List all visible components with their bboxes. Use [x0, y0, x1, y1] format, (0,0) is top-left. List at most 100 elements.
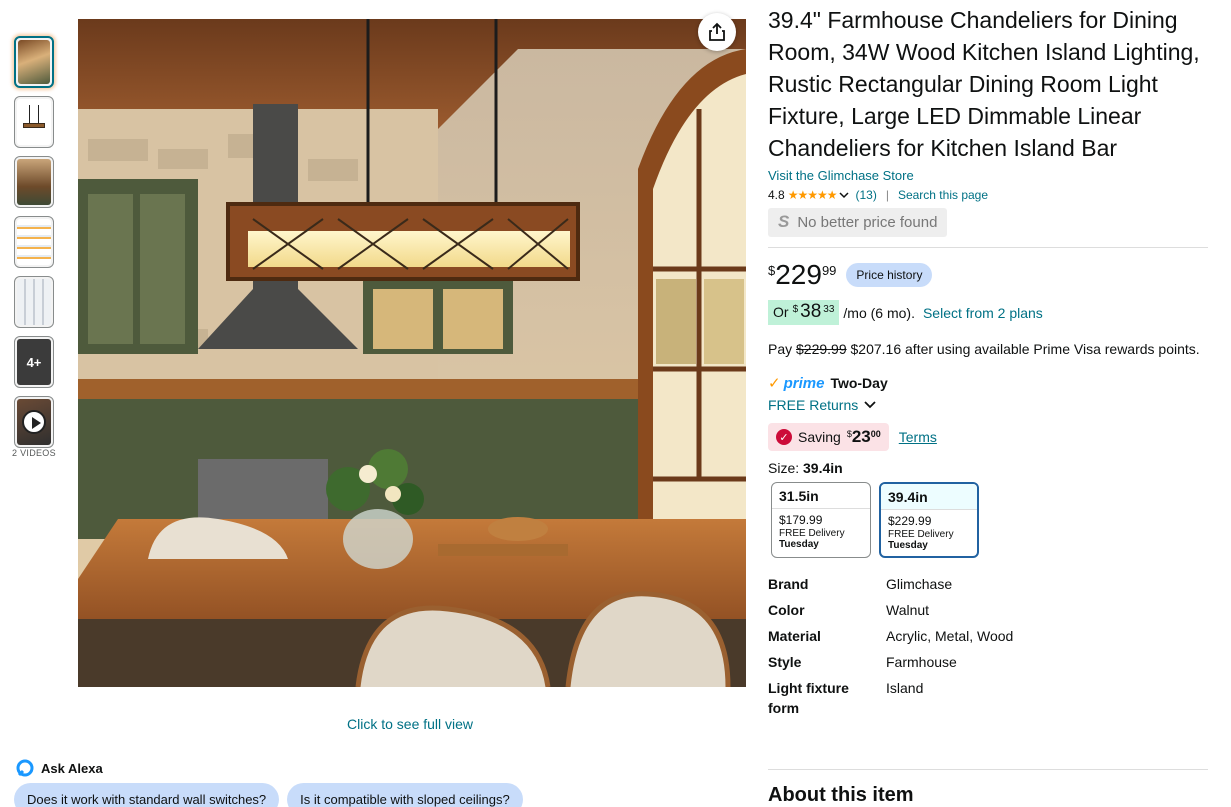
spec-key: Light fixture form [768, 680, 849, 716]
monthly-fraction: 33 [823, 304, 835, 315]
size-option-delivery: FREE Delivery [779, 528, 845, 539]
prime-check-icon: ✓ [768, 375, 781, 392]
spec-row: Material Acrylic, Metal, Wood [768, 626, 1208, 646]
saving-amount: $ 23 00 [847, 428, 881, 446]
monthly-suffix: /mo (6 mo). [843, 304, 915, 321]
full-view-link[interactable]: Click to see full view [347, 716, 473, 732]
size-options: 31.5in $179.99 FREE Delivery Tuesday 39.… [771, 482, 1208, 558]
thumbnail-image-2[interactable] [14, 96, 54, 148]
size-option-label: 31.5in [772, 483, 870, 509]
chevron-down-icon[interactable] [839, 191, 850, 199]
main-product-image[interactable] [78, 19, 746, 687]
share-icon [709, 22, 725, 41]
alexa-question-chip[interactable]: Is it compatible with sloped ceilings? [287, 783, 523, 807]
rating-row: 4.8 ★★★★★ (13) | Search this page [768, 188, 1208, 202]
pay-rest: $207.16 after using available Prime Visa… [850, 341, 1200, 357]
no-better-price-text: No better price found [797, 213, 938, 231]
spec-value: Farmhouse [886, 654, 957, 670]
price-whole: 229 [775, 259, 822, 290]
spec-value: Island [886, 680, 924, 696]
s-logo-icon: S [778, 212, 790, 231]
free-returns-label: FREE Returns [768, 397, 859, 413]
size-option-delivery: FREE Delivery [888, 529, 954, 540]
saving-whole: 23 [851, 427, 871, 446]
spec-row: Brand Glimchase [768, 574, 1208, 594]
size-option-price: $179.99 [779, 513, 823, 527]
spec-row: Light fixture form Island [768, 678, 1208, 718]
separator: | [885, 188, 889, 202]
size-option-day: Tuesday [779, 539, 819, 550]
thumbnail-image-1[interactable] [14, 36, 54, 88]
more-count: 4+ [26, 354, 42, 370]
saving-row: ✓ Saving $ 23 00 Terms [768, 423, 1208, 451]
size-label: Size: [768, 460, 800, 476]
checkmark-icon: ✓ [776, 429, 792, 445]
strike-price: $229.99 [796, 341, 847, 357]
about-heading: About this item [768, 784, 914, 806]
spec-key: Brand [768, 576, 809, 592]
saving-badge: ✓ Saving $ 23 00 [768, 423, 889, 451]
play-icon [22, 410, 46, 434]
ask-alexa-label: Ask Alexa [41, 760, 103, 776]
alexa-icon [16, 759, 34, 777]
thumbnail-strip: 4+ [14, 36, 54, 456]
spec-value: Acrylic, Metal, Wood [886, 628, 1014, 644]
thumbnail-more[interactable]: 4+ [14, 336, 54, 388]
monthly-prefix: Or [773, 304, 789, 320]
thumbnail-image-4[interactable] [14, 216, 54, 268]
alexa-question-chips: Does it work with standard wall switches… [14, 783, 523, 807]
chevron-down-icon [864, 401, 876, 409]
size-option-day: Tuesday [888, 540, 928, 551]
spec-value: Walnut [886, 602, 930, 618]
monthly-whole: 38 [800, 301, 822, 322]
size-selected: 39.4in [803, 460, 843, 476]
product-specs-table: Brand Glimchase Color Walnut Material Ac… [768, 574, 1208, 718]
spec-row: Style Farmhouse [768, 652, 1208, 672]
spec-value: Glimchase [886, 576, 953, 592]
price-history-button[interactable]: Price history [846, 263, 933, 287]
rating-value: 4.8 [768, 188, 785, 202]
size-option-39-4in[interactable]: 39.4in $229.99 FREE Delivery Tuesday [879, 482, 979, 558]
prime-delivery-row: ✓ prime Two-Day [768, 374, 1208, 393]
videos-count-label: 2 VIDEOS [12, 448, 56, 458]
pay-prefix: Pay [768, 341, 793, 357]
spec-key: Color [768, 602, 805, 618]
size-option-price: $229.99 [888, 514, 932, 528]
star-rating-icon[interactable]: ★★★★★ [788, 188, 838, 202]
monthly-payment-row: Or $ 38 33 /mo (6 mo). Select from 2 pla… [768, 300, 1208, 325]
price-fraction: 99 [821, 263, 837, 278]
spec-row: Color Walnut [768, 600, 1208, 620]
search-this-page-link[interactable]: Search this page [898, 188, 988, 202]
share-button[interactable] [698, 13, 736, 51]
rating-count-link[interactable]: (13) [855, 188, 876, 202]
free-returns-dropdown[interactable]: FREE Returns [768, 397, 1208, 413]
size-label-row: Size: 39.4in [768, 460, 1208, 476]
size-option-label: 39.4in [881, 484, 977, 510]
monthly-symbol: $ [792, 304, 799, 315]
spec-key: Material [768, 628, 821, 644]
divider [768, 247, 1208, 248]
price-symbol: $ [768, 263, 776, 278]
no-better-price-badge: S No better price found [768, 208, 948, 237]
terms-link[interactable]: Terms [899, 429, 937, 445]
product-details: 39.4" Farmhouse Chandeliers for Dining R… [768, 4, 1208, 724]
prime-visa-row: Pay $229.99 $207.16 after using availabl… [768, 341, 1208, 357]
size-option-31-5in[interactable]: 31.5in $179.99 FREE Delivery Tuesday [771, 482, 871, 558]
monthly-price-pill: Or $ 38 33 [768, 300, 840, 325]
price: $ 229 99 [768, 260, 836, 290]
thumbnail-image-3[interactable] [14, 156, 54, 208]
alexa-question-chip[interactable]: Does it work with standard wall switches… [14, 783, 280, 807]
prime-logo: prime [783, 374, 825, 392]
kitchen-scene-illustration [78, 19, 746, 687]
thumbnail-image-5[interactable] [14, 276, 54, 328]
product-title: 39.4" Farmhouse Chandeliers for Dining R… [768, 7, 1200, 161]
divider [768, 769, 1208, 770]
two-day-label: Two-Day [830, 375, 888, 391]
ask-alexa: Ask Alexa [16, 759, 103, 777]
saving-fraction: 00 [870, 429, 881, 439]
thumbnail-video[interactable] [14, 396, 54, 448]
select-plans-link[interactable]: Select from 2 plans [923, 305, 1043, 321]
spec-key: Style [768, 654, 802, 670]
saving-label: Saving [798, 429, 841, 445]
store-link[interactable]: Visit the Glimchase Store [768, 168, 1208, 183]
